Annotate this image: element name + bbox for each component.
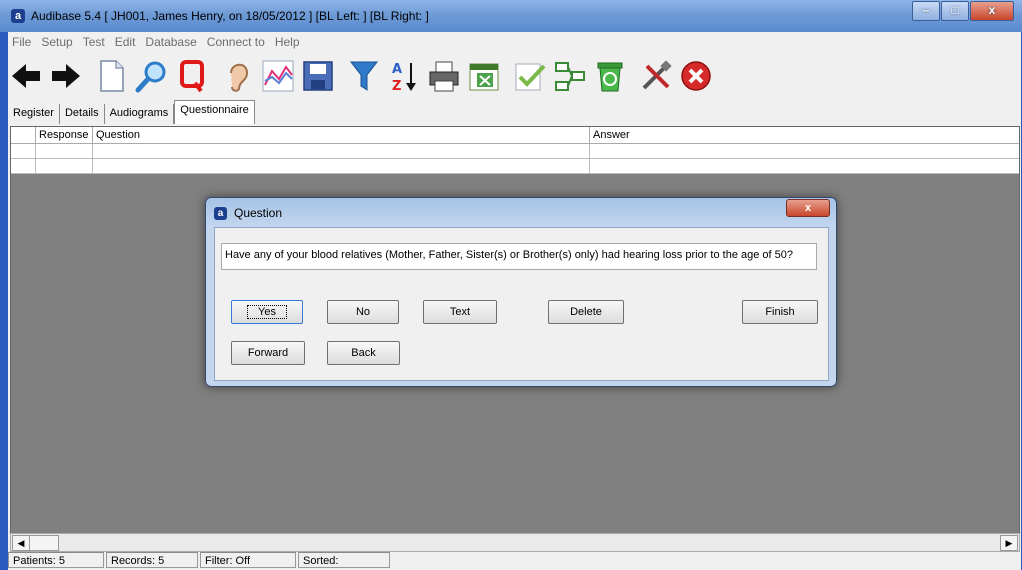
svg-text:Z: Z xyxy=(392,79,401,93)
chart-icon[interactable] xyxy=(260,58,296,94)
recycle-bin-icon[interactable] xyxy=(592,58,628,94)
tab-audiograms[interactable]: Audiograms xyxy=(105,104,175,124)
column-header-response[interactable]: Response xyxy=(36,127,93,143)
ear-icon[interactable] xyxy=(220,58,256,94)
forward-button[interactable]: Forward xyxy=(231,341,305,365)
tab-details[interactable]: Details xyxy=(60,104,105,124)
dialog-app-icon: a xyxy=(214,207,227,220)
scroll-thumb[interactable] xyxy=(29,535,59,551)
search-icon[interactable] xyxy=(134,58,170,94)
window-controls: – □ x xyxy=(911,1,1014,21)
delete-button[interactable]: Delete xyxy=(548,300,624,324)
save-icon[interactable] xyxy=(300,58,336,94)
text-button[interactable]: Text xyxy=(423,300,497,324)
table-row[interactable] xyxy=(11,159,1019,174)
app-icon[interactable]: a xyxy=(11,9,25,23)
menu-bar: File Setup Test Edit Database Connect to… xyxy=(8,32,1018,50)
close-button[interactable]: x xyxy=(970,1,1014,21)
csv-export-icon[interactable] xyxy=(466,58,502,94)
horizontal-scrollbar[interactable]: ◀ ▶ xyxy=(10,533,1020,552)
menu-edit[interactable]: Edit xyxy=(111,32,140,50)
tab-questionnaire[interactable]: Questionnaire xyxy=(174,100,255,124)
status-sorted: Sorted: xyxy=(298,552,390,568)
column-header-question[interactable]: Question xyxy=(93,127,590,143)
status-patients: Patients: 5 xyxy=(8,552,104,568)
tab-register[interactable]: Register xyxy=(8,104,60,124)
window-title: Audibase 5.4 [ JH001, James Henry, on 18… xyxy=(31,9,429,23)
row-indicator-header xyxy=(11,127,36,143)
yes-button-label: Yes xyxy=(247,305,287,319)
tree-icon[interactable] xyxy=(552,58,588,94)
status-filter: Filter: Off xyxy=(200,552,296,568)
menu-setup[interactable]: Setup xyxy=(37,32,76,50)
forward-arrow-icon[interactable] xyxy=(48,58,84,94)
tools-icon[interactable] xyxy=(638,58,674,94)
tab-strip: Register Details Audiograms Questionnair… xyxy=(8,100,255,124)
dialog-title: Question xyxy=(234,206,283,220)
exit-icon[interactable] xyxy=(678,58,714,94)
title-bar[interactable]: a Audibase 5.4 [ JH001, James Henry, on … xyxy=(0,0,1022,32)
minimize-button[interactable]: – xyxy=(912,1,940,21)
menu-test[interactable]: Test xyxy=(79,32,109,50)
grid-header: Response Question Answer xyxy=(11,127,1019,144)
status-records: Records: 5 xyxy=(106,552,198,568)
menu-help[interactable]: Help xyxy=(271,32,304,50)
question-dialog: a Question x Have any of your blood rela… xyxy=(205,197,837,387)
svg-text:A: A xyxy=(392,62,402,77)
menu-file[interactable]: File xyxy=(8,32,35,50)
print-icon[interactable] xyxy=(426,58,462,94)
scroll-right-icon[interactable]: ▶ xyxy=(1000,535,1018,551)
dialog-body: Have any of your blood relatives (Mother… xyxy=(214,227,829,381)
new-document-icon[interactable] xyxy=(94,58,130,94)
menu-database[interactable]: Database xyxy=(141,32,200,50)
query-icon[interactable] xyxy=(174,58,210,94)
sort-az-icon[interactable]: AZ xyxy=(386,58,422,94)
menu-connect-to[interactable]: Connect to xyxy=(203,32,269,50)
check-icon[interactable] xyxy=(512,58,548,94)
dialog-close-button[interactable]: x xyxy=(786,199,830,217)
back-arrow-icon[interactable] xyxy=(8,58,44,94)
scroll-left-icon[interactable]: ◀ xyxy=(12,535,30,551)
maximize-button[interactable]: □ xyxy=(941,1,969,21)
column-header-answer[interactable]: Answer xyxy=(590,127,1019,143)
table-row[interactable] xyxy=(11,144,1019,159)
back-button[interactable]: Back xyxy=(327,341,400,365)
no-button[interactable]: No xyxy=(327,300,399,324)
status-bar: Patients: 5 Records: 5 Filter: Off Sorte… xyxy=(8,552,1018,570)
filter-icon[interactable] xyxy=(346,58,382,94)
finish-button[interactable]: Finish xyxy=(742,300,818,324)
toolbar: AZ xyxy=(8,52,1018,100)
question-text[interactable]: Have any of your blood relatives (Mother… xyxy=(221,243,817,270)
yes-button[interactable]: Yes xyxy=(231,300,303,324)
app-window: a Audibase 5.4 [ JH001, James Henry, on … xyxy=(0,0,1022,570)
